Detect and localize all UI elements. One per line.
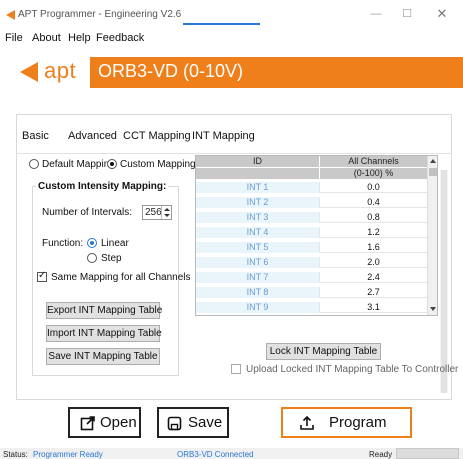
default-mapping-radio[interactable] [29,159,39,169]
step-label: Step [101,253,122,264]
subheader-id [196,168,320,179]
function-label: Function: [42,238,84,249]
same-mapping-label: Same Mapping for all Channels [51,272,191,283]
custom-intensity-title: Custom Intensity Mapping: [36,181,169,192]
row-id: INT 7 [196,272,320,283]
scroll-down-icon[interactable] [430,307,436,311]
menu-bar: File About Help Feedback [0,30,463,48]
panel-scrollbar[interactable] [440,170,448,393]
row-id: INT 9 [196,302,320,313]
stepper-buttons[interactable] [161,206,171,219]
scroll-thumb[interactable] [429,168,437,176]
close-button[interactable]: ✕ [432,6,452,22]
stepper-down-icon[interactable] [164,214,170,217]
row-value[interactable]: 1.2 [320,227,427,238]
default-mapping-label: Default Mapping [42,159,115,170]
scroll-up-icon[interactable] [430,159,436,163]
row-value[interactable]: 0.8 [320,212,427,223]
program-button[interactable]: Program [281,407,412,438]
custom-mapping-label: Custom Mapping [120,159,196,170]
upload-locked-label: Upload Locked INT Mapping Table To Contr… [246,364,459,375]
table-row[interactable]: INT 6 2.0 [196,257,427,268]
device-model: ORB3-VD (0-10V) [98,61,244,81]
save-label: Save [188,414,223,431]
title-bar: APT Programmer - Engineering V2.6 — ☐ ✕ [0,0,463,30]
table-scrollbar[interactable] [427,156,437,315]
header-id: ID [196,156,320,167]
open-button[interactable]: Open [68,407,141,438]
open-label: Open [100,414,137,431]
intervals-stepper[interactable]: 256 [142,205,172,220]
tab-cct-mapping[interactable]: CCT Mapping [123,130,191,142]
import-table-button[interactable]: Import INT Mapping Table [46,325,162,342]
row-value[interactable]: 0.0 [320,182,427,193]
export-table-button[interactable]: Export INT Mapping Table [46,302,162,319]
table-row[interactable]: INT 8 2.7 [196,287,427,298]
row-id: INT 1 [196,182,320,193]
table-header-row: ID All Channels [196,156,427,167]
intervals-value: 256 [145,207,162,218]
menu-feedback[interactable]: Feedback [96,32,144,44]
status-progress-bar [396,448,459,459]
table-row[interactable]: INT 4 1.2 [196,227,427,238]
row-id: INT 8 [196,287,320,298]
upload-icon [300,415,314,430]
stepper-up-icon[interactable] [164,208,170,211]
minimize-button[interactable]: — [366,6,386,22]
lock-table-button[interactable]: Lock INT Mapping Table [266,343,381,360]
tab-divider [16,153,452,154]
step-radio[interactable] [87,253,97,263]
brand-logo-text: apt [44,58,77,83]
table-row[interactable]: INT 5 1.6 [196,242,427,253]
panel-scroll-thumb[interactable] [441,170,447,393]
linear-radio[interactable] [87,238,97,248]
int-mapping-table[interactable]: ID All Channels (0-100) % INT 1 0.0 INT 2… [195,155,438,316]
row-value[interactable]: 1.6 [320,242,427,253]
upload-locked-checkbox[interactable] [231,364,241,374]
table-row[interactable]: INT 9 3.1 [196,302,427,313]
status-value: Programmer Ready [33,450,103,459]
menu-file[interactable]: File [5,32,23,44]
intervals-label: Number of Intervals: [42,207,133,218]
table-row[interactable]: INT 3 0.8 [196,212,427,223]
custom-mapping-radio[interactable] [107,159,117,169]
status-label: Status: [3,450,28,459]
table-row[interactable]: INT 2 0.4 [196,197,427,208]
tab-advanced[interactable]: Advanced [68,130,117,142]
maximize-button[interactable]: ☐ [397,6,417,22]
table-subheader-row: (0-100) % [196,168,427,179]
table-row[interactable]: INT 1 0.0 [196,182,427,193]
row-id: INT 6 [196,257,320,268]
apt-logo-arrow-icon [20,62,38,82]
tab-strip: Basic Advanced CCT Mapping INT Mapping [16,130,452,152]
active-tab-indicator [183,23,260,25]
linear-label: Linear [101,238,129,249]
open-external-icon [80,416,95,431]
subheader-unit: (0-100) % [320,168,427,179]
row-id: INT 4 [196,227,320,238]
save-table-button[interactable]: Save INT Mapping Table [46,348,160,365]
menu-about[interactable]: About [32,32,61,44]
device-status: ORB3-VD Connected [177,450,254,459]
table-row[interactable]: INT 7 2.4 [196,272,427,283]
row-value[interactable]: 0.4 [320,197,427,208]
save-button[interactable]: Save [157,407,229,438]
tab-basic[interactable]: Basic [22,130,49,142]
save-disk-icon [167,416,182,431]
apt-logo-icon [6,10,15,20]
row-id: INT 2 [196,197,320,208]
row-id: INT 3 [196,212,320,223]
tab-int-mapping[interactable]: INT Mapping [192,130,255,142]
program-label: Program [329,414,387,431]
row-value[interactable]: 2.0 [320,257,427,268]
row-value[interactable]: 3.1 [320,302,427,313]
row-value[interactable]: 2.7 [320,287,427,298]
row-value[interactable]: 2.4 [320,272,427,283]
ready-status: Ready [369,450,393,459]
menu-help[interactable]: Help [68,32,91,44]
same-mapping-checkbox[interactable] [37,270,47,282]
header-all-channels: All Channels [320,156,427,167]
row-id: INT 5 [196,242,320,253]
window-title: APT Programmer - Engineering V2.6 [18,9,182,20]
